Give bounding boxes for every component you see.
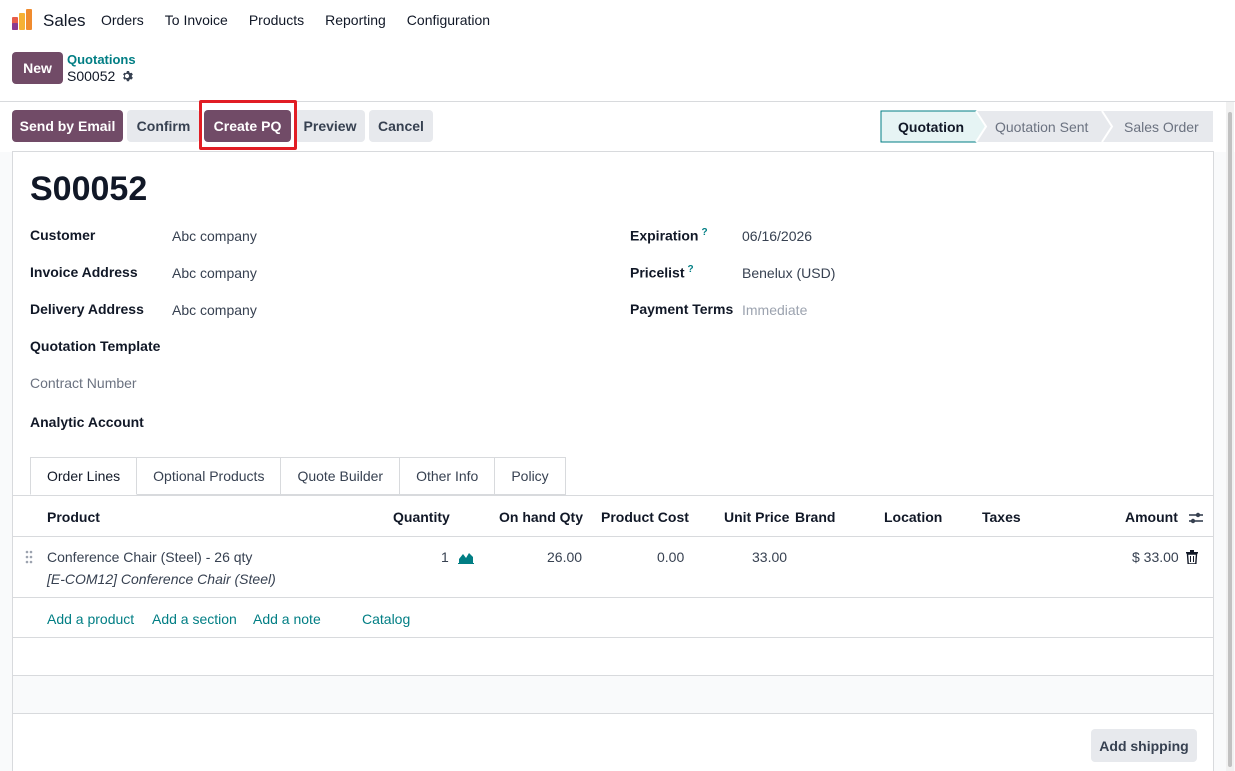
row-product-name[interactable]: Conference Chair (Steel) - 26 qty [47, 549, 252, 565]
send-by-email-button[interactable]: Send by Email [12, 110, 123, 142]
empty-row [13, 676, 1213, 714]
nav-item-orders[interactable]: Orders [101, 12, 144, 28]
analytic-account-label: Analytic Account [30, 414, 144, 430]
delivery-address-field[interactable]: Abc company [172, 302, 257, 318]
col-quantity[interactable]: Quantity [393, 509, 450, 525]
breadcrumb-quotations[interactable]: Quotations [67, 52, 136, 67]
add-section-link[interactable]: Add a section [152, 611, 237, 627]
cancel-button[interactable]: Cancel [369, 110, 433, 142]
stage-quotation-sent[interactable]: Quotation Sent [995, 119, 1088, 135]
column-settings-icon[interactable] [1188, 510, 1204, 526]
drag-handle-icon[interactable] [25, 550, 33, 564]
nav-item-reporting[interactable]: Reporting [325, 12, 386, 28]
page-title: S00052 [30, 170, 148, 208]
table-row[interactable]: Conference Chair (Steel) - 26 qty [E-COM… [13, 537, 1213, 598]
gear-icon[interactable] [121, 70, 134, 82]
control-panel: New Quotations S00052 [0, 40, 1235, 102]
add-shipping-button[interactable]: Add shipping [1091, 729, 1197, 762]
row-product-description[interactable]: [E-COM12] Conference Chair (Steel) [47, 571, 276, 587]
new-button[interactable]: New [12, 52, 63, 84]
delivery-address-label: Delivery Address [30, 301, 144, 317]
expiration-help-icon[interactable]: ? [701, 227, 707, 238]
pricelist-label-text: Pricelist [630, 264, 685, 281]
form-sheet: S00052 Customer Abc company Invoice Addr… [12, 151, 1214, 771]
breadcrumb-current: S00052 [67, 68, 134, 84]
trash-icon[interactable] [1186, 550, 1198, 564]
tab-policy[interactable]: Policy [495, 457, 566, 495]
expiration-field[interactable]: 06/16/2026 [742, 228, 812, 244]
pricelist-label: Pricelist? [630, 264, 694, 281]
invoice-address-field[interactable]: Abc company [172, 265, 257, 281]
preview-button[interactable]: Preview [295, 110, 365, 142]
empty-row [13, 638, 1213, 676]
col-product-cost[interactable]: Product Cost [601, 509, 689, 525]
catalog-link[interactable]: Catalog [362, 611, 410, 627]
col-amount[interactable]: Amount [1125, 509, 1178, 525]
payment-terms-label: Payment Terms [630, 301, 734, 317]
invoice-address-label: Invoice Address [30, 264, 138, 280]
app-name[interactable]: Sales [43, 11, 86, 31]
pricelist-help-icon[interactable]: ? [687, 264, 693, 275]
stage-quotation[interactable]: Quotation [898, 119, 964, 135]
record-name: S00052 [67, 68, 116, 84]
col-brand[interactable]: Brand [795, 509, 835, 525]
row-amount: $ 33.00 [1132, 549, 1179, 565]
row-onhand-qty: 26.00 [547, 549, 583, 565]
payment-terms-field[interactable]: Immediate [742, 302, 807, 318]
col-taxes[interactable]: Taxes [982, 509, 1021, 525]
row-product-cost: 0.00 [657, 549, 685, 565]
pricelist-field[interactable]: Benelux (USD) [742, 265, 835, 281]
col-product[interactable]: Product [47, 509, 100, 525]
quotation-template-label: Quotation Template [30, 338, 161, 354]
forecast-chart-icon[interactable] [458, 550, 474, 564]
tab-order-lines[interactable]: Order Lines [30, 457, 138, 495]
top-navbar: Sales Orders To Invoice Products Reporti… [0, 0, 1235, 40]
col-unit-price[interactable]: Unit Price [724, 509, 789, 525]
col-location[interactable]: Location [884, 509, 942, 525]
expiration-label-text: Expiration [630, 227, 699, 244]
add-product-link[interactable]: Add a product [47, 611, 134, 627]
table-header: Product Quantity On hand Qty Product Cos… [13, 496, 1213, 537]
customer-label: Customer [30, 227, 96, 243]
nav-item-configuration[interactable]: Configuration [407, 12, 490, 28]
notebook-tabs: Order Lines Optional Products Quote Buil… [30, 457, 566, 495]
tab-other-info[interactable]: Other Info [400, 457, 496, 495]
tab-quote-builder[interactable]: Quote Builder [281, 457, 401, 495]
nav-item-to-invoice[interactable]: To Invoice [165, 12, 228, 28]
add-line-row: Add a product Add a section Add a note C… [13, 598, 1213, 638]
stage-sales-order[interactable]: Sales Order [1124, 119, 1199, 135]
col-onhand-qty[interactable]: On hand Qty [499, 509, 583, 525]
scrollbar-thumb[interactable] [1228, 112, 1232, 767]
nav-item-products[interactable]: Products [249, 12, 304, 28]
expiration-label: Expiration? [630, 227, 708, 244]
nav-menu: Orders To Invoice Products Reporting Con… [101, 12, 511, 28]
tab-optional-products[interactable]: Optional Products [137, 457, 282, 495]
create-pq-button[interactable]: Create PQ [204, 110, 291, 142]
confirm-button[interactable]: Confirm [127, 110, 200, 142]
customer-field[interactable]: Abc company [172, 228, 257, 244]
sales-app-icon[interactable] [11, 9, 33, 31]
contract-number-label: Contract Number [30, 375, 137, 391]
add-note-link[interactable]: Add a note [253, 611, 321, 627]
row-unit-price[interactable]: 33.00 [752, 549, 787, 565]
row-quantity[interactable]: 1 [441, 549, 449, 565]
